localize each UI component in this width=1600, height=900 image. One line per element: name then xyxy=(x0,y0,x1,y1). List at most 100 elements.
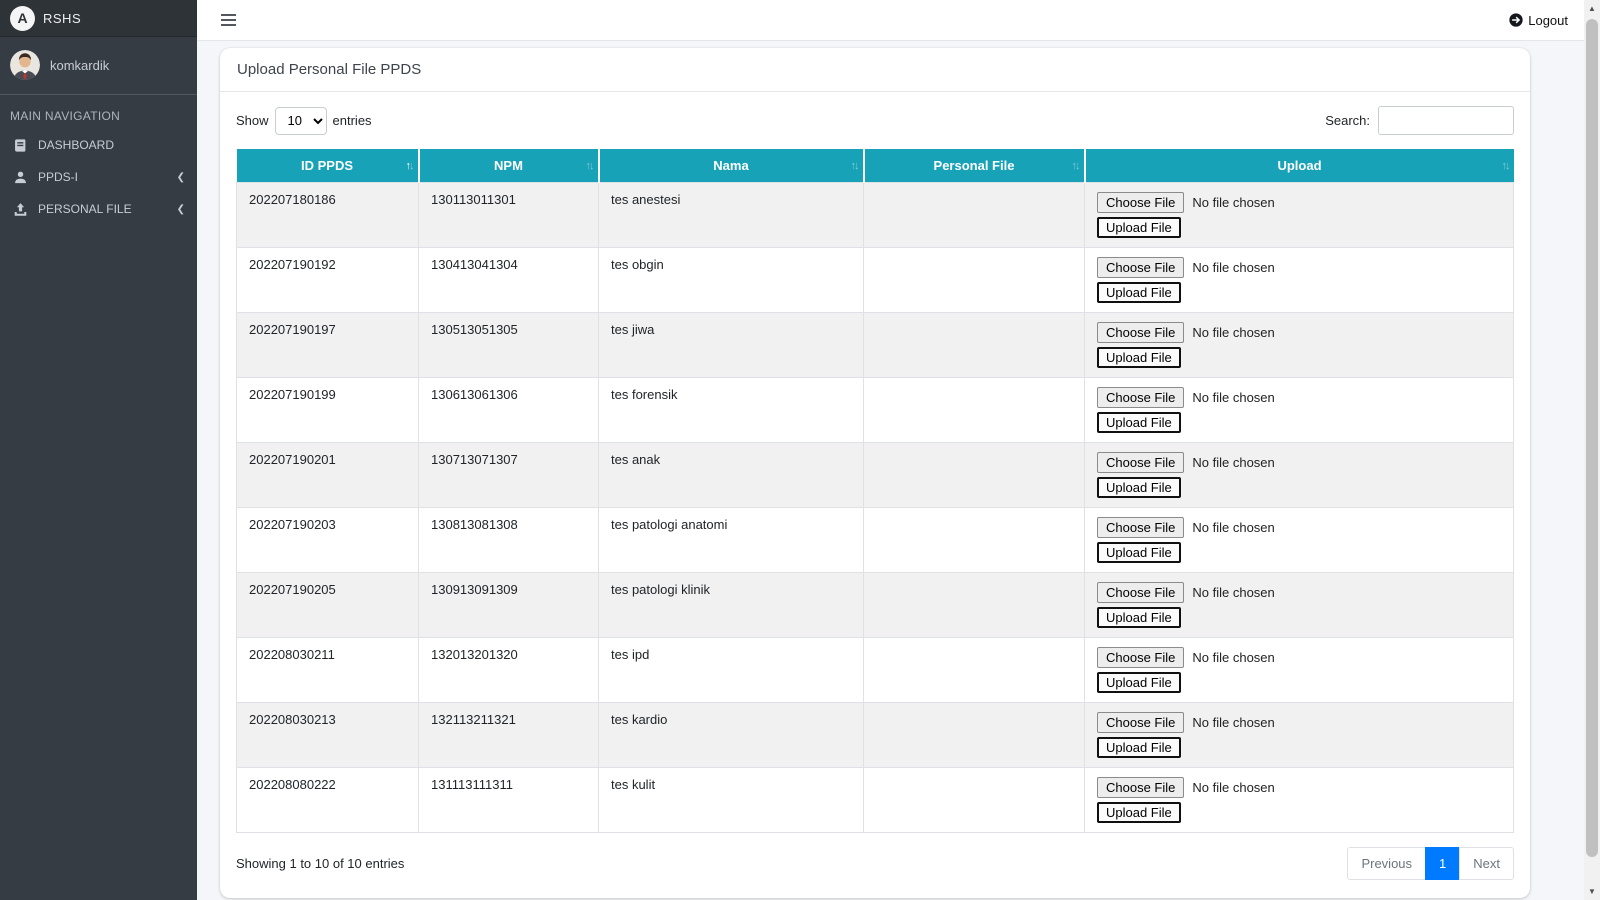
logout-label: Logout xyxy=(1528,12,1568,28)
pagination: Previous 1 Next xyxy=(1347,847,1514,880)
choose-file-button[interactable]: Choose File xyxy=(1097,387,1185,408)
cell-npm: 132113211321 xyxy=(418,702,599,768)
sort-icon: ↑↓ xyxy=(585,159,595,172)
choose-file-button[interactable]: Choose File xyxy=(1097,322,1185,343)
search-control: Search: xyxy=(1325,106,1514,135)
choose-file-button[interactable]: Choose File xyxy=(1097,777,1185,798)
cell-upload: Choose File No file chosen Upload File xyxy=(1084,247,1514,313)
chevron-left-icon: ❮ xyxy=(176,171,185,183)
choose-file-button[interactable]: Choose File xyxy=(1097,582,1185,603)
upload-file-button[interactable]: Upload File xyxy=(1097,737,1181,758)
column-header-personal-file[interactable]: Personal File ↑↓ xyxy=(862,149,1085,183)
cell-personal-file xyxy=(863,182,1085,248)
user-panel[interactable]: komkardik xyxy=(0,37,197,95)
no-file-chosen-text: No file chosen xyxy=(1192,325,1275,340)
column-header-id-ppds[interactable]: ID PPDS ↑↓ xyxy=(236,149,419,183)
entries-label: entries xyxy=(332,113,372,128)
no-file-chosen-text: No file chosen xyxy=(1192,390,1275,405)
sidebar-item-dashboard[interactable]: DASHBOARD xyxy=(0,129,197,161)
upload-personal-file-card: Upload Personal File PPDS Show 10 entrie… xyxy=(220,48,1530,898)
pagination-page-1[interactable]: 1 xyxy=(1425,847,1461,880)
cell-nama: tes anak xyxy=(598,442,864,508)
book-icon xyxy=(12,137,29,153)
vertical-scrollbar[interactable]: ▲ ▼ xyxy=(1584,0,1600,900)
no-file-chosen-text: No file chosen xyxy=(1192,455,1275,470)
upload-file-button[interactable]: Upload File xyxy=(1097,412,1181,433)
cell-npm: 130513051305 xyxy=(418,312,599,378)
table-info: Showing 1 to 10 of 10 entries xyxy=(236,856,405,871)
sort-icon: ↑↓ xyxy=(850,159,860,172)
no-file-chosen-text: No file chosen xyxy=(1192,585,1275,600)
sidebar-item-personal-file[interactable]: PERSONAL FILE ❮ xyxy=(0,193,197,225)
cell-personal-file xyxy=(863,702,1085,768)
upload-file-button[interactable]: Upload File xyxy=(1097,607,1181,628)
upload-file-button[interactable]: Upload File xyxy=(1097,477,1181,498)
cell-upload: Choose File No file chosen Upload File xyxy=(1084,312,1514,378)
ppds-upload-table: ID PPDS ↑↓ NPM ↑↓ Nama ↑↓ Personal File … xyxy=(236,149,1514,833)
page-length-select[interactable]: 10 xyxy=(274,106,327,135)
scroll-down-icon[interactable]: ▼ xyxy=(1584,883,1600,900)
nav-section-header: MAIN NAVIGATION xyxy=(10,109,121,123)
choose-file-button[interactable]: Choose File xyxy=(1097,647,1185,668)
logout-button[interactable]: Logout xyxy=(1509,13,1568,28)
cell-personal-file xyxy=(863,637,1085,703)
hamburger-icon[interactable] xyxy=(219,10,238,30)
cell-id-ppds: 202208030213 xyxy=(236,702,419,768)
cell-upload: Choose File No file chosen Upload File xyxy=(1084,507,1514,573)
table-row: 202207190199 130613061306 tes forensik C… xyxy=(236,377,1514,443)
cell-nama: tes kardio xyxy=(598,702,864,768)
table-row: 202207190203 130813081308 tes patologi a… xyxy=(236,507,1514,573)
scrollbar-thumb[interactable] xyxy=(1586,19,1598,857)
cell-upload: Choose File No file chosen Upload File xyxy=(1084,767,1514,833)
show-label: Show xyxy=(236,113,269,128)
user-name: komkardik xyxy=(50,57,110,73)
cell-npm: 131113111311 xyxy=(418,767,599,833)
cell-id-ppds: 202207190192 xyxy=(236,247,419,313)
upload-file-button[interactable]: Upload File xyxy=(1097,542,1181,563)
choose-file-button[interactable]: Choose File xyxy=(1097,452,1185,473)
upload-file-button[interactable]: Upload File xyxy=(1097,217,1181,238)
choose-file-button[interactable]: Choose File xyxy=(1097,192,1185,213)
cell-nama: tes patologi anatomi xyxy=(598,507,864,573)
choose-file-button[interactable]: Choose File xyxy=(1097,517,1185,538)
brand-logo-icon: A xyxy=(10,5,35,31)
table-row: 202207190201 130713071307 tes anak Choos… xyxy=(236,442,1514,508)
no-file-chosen-text: No file chosen xyxy=(1192,780,1275,795)
table-row: 202207180186 130113011301 tes anestesi C… xyxy=(236,182,1514,248)
upload-file-button[interactable]: Upload File xyxy=(1097,672,1181,693)
brand-link[interactable]: A RSHS xyxy=(0,0,197,37)
cell-personal-file xyxy=(863,312,1085,378)
cell-nama: tes anestesi xyxy=(598,182,864,248)
cell-id-ppds: 202207190205 xyxy=(236,572,419,638)
choose-file-button[interactable]: Choose File xyxy=(1097,257,1185,278)
column-header-npm[interactable]: NPM ↑↓ xyxy=(417,149,599,183)
cell-personal-file xyxy=(863,442,1085,508)
upload-file-button[interactable]: Upload File xyxy=(1097,802,1181,823)
cell-personal-file xyxy=(863,507,1085,573)
cell-npm: 130413041304 xyxy=(418,247,599,313)
no-file-chosen-text: No file chosen xyxy=(1192,520,1275,535)
upload-file-button[interactable]: Upload File xyxy=(1097,282,1181,303)
column-header-nama[interactable]: Nama ↑↓ xyxy=(597,149,864,183)
sidebar-item-label: PPDS-I xyxy=(38,170,79,184)
cell-npm: 130813081308 xyxy=(418,507,599,573)
cell-nama: tes kulit xyxy=(598,767,864,833)
table-row: 202208080222 131113111311 tes kulit Choo… xyxy=(236,767,1514,833)
brand-text: RSHS xyxy=(43,10,82,26)
upload-file-button[interactable]: Upload File xyxy=(1097,347,1181,368)
table-row: 202207190205 130913091309 tes patologi k… xyxy=(236,572,1514,638)
choose-file-button[interactable]: Choose File xyxy=(1097,712,1185,733)
scroll-up-icon[interactable]: ▲ xyxy=(1584,0,1600,17)
sidebar-item-label: PERSONAL FILE xyxy=(38,202,132,216)
cell-nama: tes jiwa xyxy=(598,312,864,378)
cell-id-ppds: 202208030211 xyxy=(236,637,419,703)
upload-icon xyxy=(12,201,29,217)
cell-personal-file xyxy=(863,767,1085,833)
column-header-upload[interactable]: Upload ↑↓ xyxy=(1083,149,1514,183)
sidebar-item-ppds-i[interactable]: PPDS-I ❮ xyxy=(0,161,197,193)
pagination-previous[interactable]: Previous xyxy=(1347,847,1427,880)
chevron-left-icon: ❮ xyxy=(176,203,185,215)
pagination-next[interactable]: Next xyxy=(1459,847,1514,880)
cell-nama: tes forensik xyxy=(598,377,864,443)
search-input[interactable] xyxy=(1378,106,1514,135)
